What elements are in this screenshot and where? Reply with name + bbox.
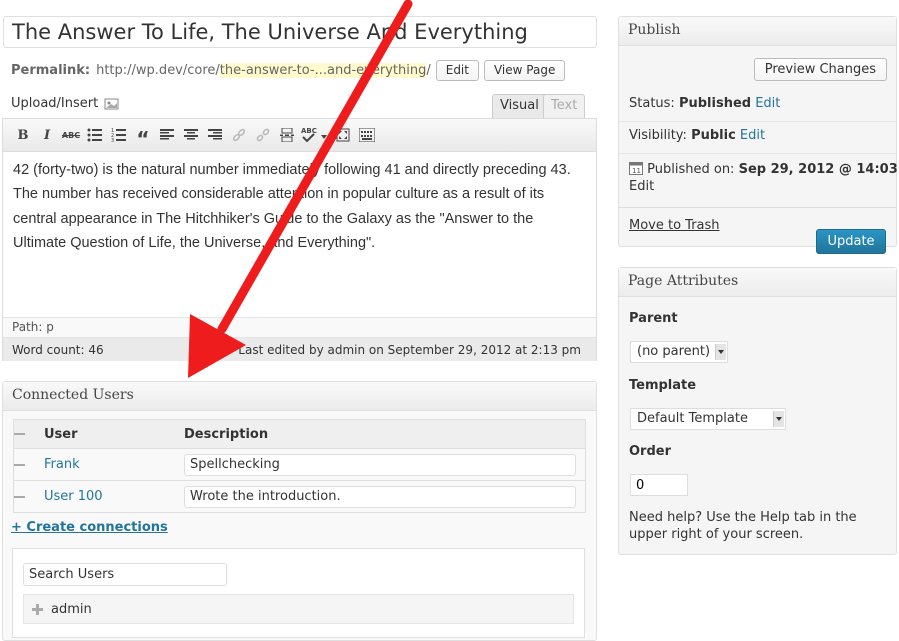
status-label: Status: xyxy=(629,96,675,111)
calendar-icon: 11 xyxy=(629,162,643,175)
spellcheck-icon[interactable]: ABC xyxy=(299,123,331,147)
create-connections-link[interactable]: + Create connections xyxy=(11,520,168,535)
fullscreen-icon[interactable] xyxy=(331,123,355,147)
preview-changes-button[interactable]: Preview Changes xyxy=(753,58,887,81)
drag-handle-header xyxy=(13,419,44,449)
create-connections-panel: admin xyxy=(12,548,585,638)
permalink-edit-button[interactable]: Edit xyxy=(435,60,479,81)
template-select[interactable]: Default Template xyxy=(630,408,786,430)
table-row: User 100 xyxy=(13,480,586,513)
editor-status-bar: Word count: 46 Last edited by admin on S… xyxy=(3,337,596,361)
permalink-base: http://wp.dev/core/ xyxy=(96,63,220,78)
page-attributes-box: Page Attributes Parent (no parent) Templ… xyxy=(618,267,897,555)
add-media-icon[interactable] xyxy=(104,97,120,111)
visibility-edit-link[interactable]: Edit xyxy=(740,128,765,143)
drag-handle[interactable] xyxy=(13,448,44,481)
search-result-label: admin xyxy=(51,601,92,617)
parent-select-value: (no parent) xyxy=(637,344,711,359)
align-center-icon[interactable] xyxy=(179,123,203,147)
parent-select[interactable]: (no parent) xyxy=(630,341,728,363)
visibility-row: Visibility: Public Edit xyxy=(629,128,765,143)
editor-path: Path: p xyxy=(3,317,596,337)
template-select-value: Default Template xyxy=(637,411,748,426)
parent-label: Parent xyxy=(629,311,678,326)
svg-text:3: 3 xyxy=(111,138,114,142)
permalink-label: Permalink: xyxy=(11,63,91,78)
align-left-icon[interactable] xyxy=(155,123,179,147)
tab-text[interactable]: Text xyxy=(543,94,586,118)
published-on-row: 11 Published on: Sep 29, 2012 @ 14:03 xyxy=(629,161,898,177)
word-count: Word count: 46 xyxy=(12,343,104,357)
tab-visual[interactable]: Visual xyxy=(492,94,547,118)
description-input[interactable] xyxy=(184,453,576,476)
template-label: Template xyxy=(629,378,697,393)
column-header-user: User xyxy=(44,419,184,449)
search-result-item[interactable]: admin xyxy=(23,594,574,624)
move-to-trash-link[interactable]: Move to Trash xyxy=(629,218,720,233)
insert-link-icon[interactable] xyxy=(227,123,251,147)
help-text: Need help? Use the Help tab in the upper… xyxy=(629,510,857,542)
status-row: Status: Published Edit xyxy=(629,96,780,111)
plus-icon[interactable] xyxy=(32,603,43,615)
description-input[interactable] xyxy=(184,485,576,508)
svg-text:ABC: ABC xyxy=(301,127,317,135)
upload-insert[interactable]: Upload/Insert xyxy=(11,96,120,111)
last-edited: Last edited by admin on September 29, 20… xyxy=(238,343,581,357)
permalink-trailing: / xyxy=(426,63,431,78)
user-link[interactable]: User 100 xyxy=(44,489,103,504)
published-on-edit-link[interactable]: Edit xyxy=(629,179,654,194)
blockquote-icon[interactable]: “ xyxy=(131,123,155,149)
bold-icon[interactable]: B xyxy=(11,123,35,147)
upload-insert-label: Upload/Insert xyxy=(11,96,99,111)
search-users-input[interactable] xyxy=(23,563,227,586)
status-value: Published xyxy=(678,96,752,111)
align-right-icon[interactable] xyxy=(203,123,227,147)
content-editor: B I ABC 123 “ ABC 42 (forty-two) is the … xyxy=(2,118,597,361)
bullet-list-icon[interactable] xyxy=(83,123,107,147)
more-tag-icon[interactable] xyxy=(275,123,299,147)
post-title-input[interactable]: The Answer To Life, The Universe And Eve… xyxy=(3,16,597,48)
update-button[interactable]: Update xyxy=(816,229,886,254)
user-link[interactable]: Frank xyxy=(44,457,80,472)
svg-text:11: 11 xyxy=(632,167,641,175)
publish-box: Publish Preview Changes Status: Publishe… xyxy=(618,16,898,254)
order-label: Order xyxy=(629,444,671,459)
table-header-row: User Description xyxy=(13,419,586,449)
unlink-icon[interactable] xyxy=(251,123,275,147)
chevron-down-icon xyxy=(715,344,726,360)
visibility-label: Visibility: xyxy=(629,128,687,143)
connected-users-table: User Description Frank User 100 xyxy=(13,419,586,513)
view-page-button[interactable]: View Page xyxy=(483,60,566,81)
connected-users-title[interactable]: Connected Users xyxy=(3,382,596,411)
editor-toolbar: B I ABC 123 “ ABC xyxy=(3,119,596,152)
chevron-down-icon xyxy=(773,411,784,427)
strikethrough-icon[interactable]: ABC xyxy=(59,123,83,147)
published-on-value: Sep 29, 2012 @ 14:03 xyxy=(738,162,898,177)
publish-title[interactable]: Publish xyxy=(619,17,896,46)
visibility-value: Public xyxy=(691,128,736,143)
published-on-label: Published on: xyxy=(647,162,735,177)
permalink-url[interactable]: http://wp.dev/core/the-answer-to-...and-… xyxy=(96,63,431,78)
permalink-bar: Permalink: http://wp.dev/core/the-answer… xyxy=(11,60,566,81)
numbered-list-icon[interactable]: 123 xyxy=(107,123,131,147)
column-header-description: Description xyxy=(184,419,586,449)
order-input[interactable] xyxy=(630,474,688,496)
permalink-slug: the-answer-to-...and-everything xyxy=(219,63,427,78)
status-edit-link[interactable]: Edit xyxy=(755,96,780,111)
page-attributes-title[interactable]: Page Attributes xyxy=(619,268,896,297)
kitchen-sink-icon[interactable] xyxy=(355,123,379,147)
table-row: Frank xyxy=(13,448,586,481)
drag-handle[interactable] xyxy=(13,480,44,513)
italic-icon[interactable]: I xyxy=(35,123,59,147)
editor-content[interactable]: 42 (forty-two) is the natural number imm… xyxy=(3,152,596,255)
